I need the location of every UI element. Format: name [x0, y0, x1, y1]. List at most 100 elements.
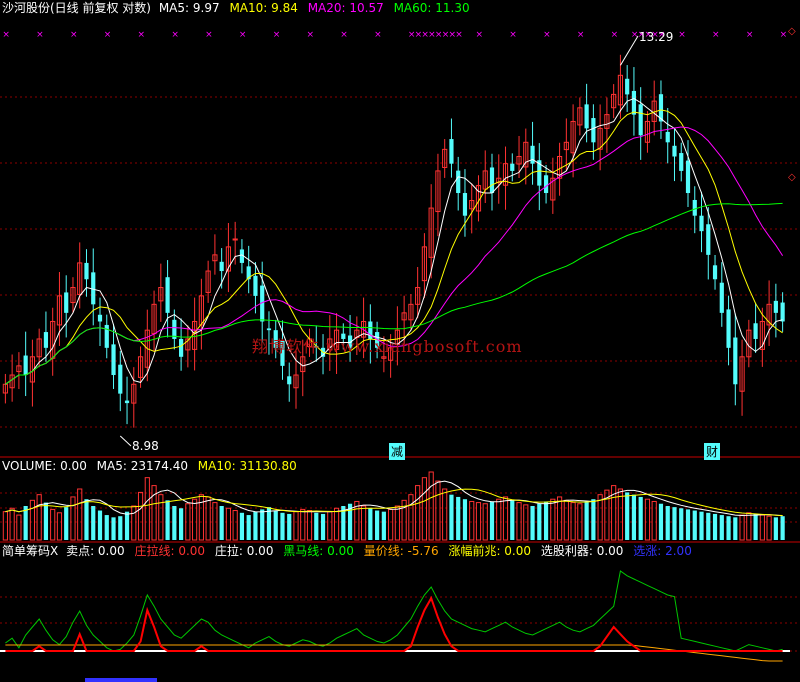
candle-down — [124, 400, 130, 404]
volume-bar — [2, 511, 8, 541]
volume-bar — [124, 511, 130, 540]
volume-bar — [9, 507, 15, 541]
volume-bar — [442, 488, 448, 541]
signal-cross: × — [374, 30, 382, 40]
volume-bar — [469, 500, 475, 541]
volume-bar — [489, 501, 495, 540]
volume-bar — [253, 511, 258, 540]
volume-bar — [699, 511, 704, 540]
candle-down — [591, 118, 596, 143]
event-marker-2[interactable]: 财 — [704, 443, 721, 460]
signal-cross: × — [611, 30, 619, 40]
candle-down — [165, 277, 170, 313]
volume-bar — [428, 471, 434, 541]
volume-bar — [205, 496, 211, 541]
volume-bar — [692, 510, 697, 540]
volume-pane[interactable] — [2, 471, 785, 541]
volume-bar — [510, 500, 515, 540]
volume-bar — [266, 507, 272, 540]
signal-cross: × — [239, 30, 247, 40]
candle-down — [733, 337, 738, 385]
sell-readout: 卖点: 0.00 — [66, 544, 125, 558]
volume-bar — [375, 510, 380, 540]
volume-bar — [300, 508, 306, 541]
signal-cross: × — [2, 30, 10, 40]
volume-bar — [246, 515, 251, 540]
candle-down — [64, 292, 69, 313]
volume-bar — [179, 508, 184, 540]
scroll-marker: ◇ — [788, 26, 796, 37]
volume-bar — [496, 498, 502, 541]
volume-bar — [651, 500, 657, 541]
candle-down — [489, 167, 495, 194]
high-price-label: 13.29 — [639, 30, 674, 44]
scroll-marker: ◇ — [788, 172, 796, 183]
xuanzhang-readout: 选涨: 2.00 — [633, 544, 692, 558]
volume-bar — [280, 512, 285, 540]
volume-bar — [638, 496, 643, 540]
volume-bar — [314, 512, 319, 540]
candle-down — [43, 332, 49, 348]
candle-down — [706, 224, 711, 255]
watermark: 翔博软件 www.xiangbosoft.com — [252, 337, 523, 356]
ma5-readout: MA5: 9.97 — [158, 1, 220, 15]
volume-bar — [421, 477, 428, 541]
indicator-pane[interactable] — [0, 570, 790, 682]
stock-title: 沙河股份(日线 前复权 对数) — [2, 1, 151, 15]
zhangfu-readout: 涨幅前兆: 0.00 — [448, 544, 532, 558]
liangjia-readout: 量价线: -5.76 — [363, 544, 439, 558]
volume-bar — [43, 502, 49, 540]
volume-bar — [456, 496, 461, 540]
volume-bar — [239, 512, 245, 540]
volume-bar — [368, 508, 373, 540]
low-price-label: 8.98 — [132, 439, 159, 453]
candle-down — [266, 328, 272, 331]
volume-bar — [118, 516, 123, 540]
volume-bar — [719, 515, 724, 540]
volume-bar — [104, 515, 109, 540]
volume-bar — [502, 496, 509, 541]
volume-bar — [225, 507, 232, 541]
signal-cross: × — [577, 30, 585, 40]
candle-down — [219, 261, 224, 272]
candle-down — [625, 78, 630, 95]
volume-bar — [631, 494, 637, 540]
signal-cross: × — [307, 30, 315, 40]
signal-cross: × — [475, 30, 483, 40]
volume-bar — [64, 507, 69, 540]
candle-down — [118, 364, 123, 394]
volume-bar — [172, 506, 177, 540]
candle-down — [631, 90, 637, 115]
signal-cross: × — [104, 30, 112, 40]
indicator-title: 简单筹码X — [2, 544, 59, 558]
volume-bar — [537, 503, 542, 540]
volume-bar — [462, 499, 468, 540]
volume-bar — [287, 513, 292, 540]
volume-bar — [333, 507, 340, 541]
signal-cross: × — [746, 30, 754, 40]
zhuang-line-readout: 庄拉线: 0.00 — [134, 544, 206, 558]
candle-down — [719, 282, 724, 313]
candle-down — [287, 376, 292, 385]
indicator-red-line — [5, 595, 783, 652]
signal-cross: × — [171, 30, 179, 40]
volume-bar — [192, 498, 198, 541]
volume-bar — [97, 510, 103, 540]
volume-bar — [36, 494, 42, 541]
volume-bar — [726, 516, 731, 540]
volume-bar — [780, 516, 785, 540]
heima-readout: 黑马线: 0.00 — [283, 544, 354, 558]
signal-cross: × — [340, 30, 348, 40]
price-pane[interactable]: × × × × × × × × × × × × × × × × × × × × × × × × × × × × × × × × × × — [2, 30, 787, 447]
volume-bar — [672, 507, 677, 540]
volume-bar — [597, 494, 603, 541]
candle-down — [23, 355, 28, 376]
candle-down — [530, 145, 535, 164]
volume-bar — [753, 513, 758, 540]
volume-bar — [408, 494, 414, 541]
volume-bar — [360, 505, 367, 541]
event-marker-1[interactable]: 减 — [389, 443, 406, 460]
volume-bar — [435, 480, 441, 541]
volume-bar — [773, 517, 778, 540]
xuangu-readout: 选股利器: 0.00 — [540, 544, 624, 558]
